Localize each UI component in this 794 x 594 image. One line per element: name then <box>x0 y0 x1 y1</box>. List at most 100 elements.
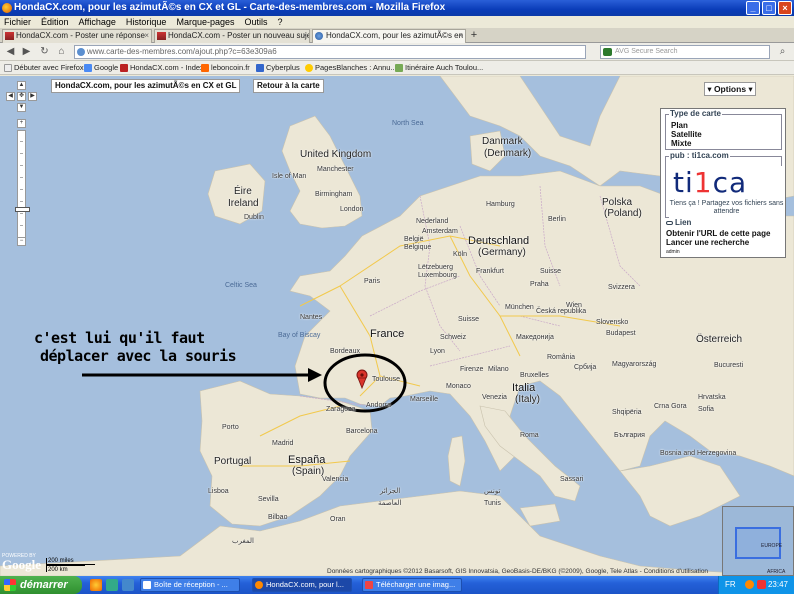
admin-link[interactable]: admin <box>666 248 680 257</box>
tab-label: HondaCX.com - Poster une réponse <box>16 31 145 40</box>
mail-icon <box>143 581 151 589</box>
leboncoin-icon <box>201 64 209 72</box>
bookmark-item[interactable]: Débuter avec Firefox <box>4 61 84 75</box>
url-text: www.carte-des-membres.com/ajout.php?c=63… <box>87 47 277 56</box>
zoom-out-button[interactable]: − <box>17 237 26 246</box>
pan-right-button[interactable]: ▶ <box>28 92 37 101</box>
bookmark-item[interactable]: Cyberplus <box>256 61 300 75</box>
language-indicator[interactable]: FR <box>725 576 736 594</box>
map-type-plan[interactable]: Plan <box>671 121 688 130</box>
pan-left-button[interactable]: ◀ <box>6 92 15 101</box>
menu-tools[interactable]: Outils <box>245 16 268 28</box>
pan-up-button[interactable]: ▲ <box>17 81 26 90</box>
zoom-slider[interactable] <box>15 130 30 240</box>
maximize-button[interactable]: □ <box>762 1 776 15</box>
zoom-slider-thumb[interactable] <box>15 207 30 212</box>
close-button[interactable]: × <box>778 1 792 15</box>
sea-label: Bay of Biscay <box>278 332 321 339</box>
desktop-quicklaunch-icon[interactable] <box>106 579 118 591</box>
bookmark-item[interactable]: Google <box>84 61 118 75</box>
bookmark-icon <box>4 64 12 72</box>
link-label: Lien <box>665 218 693 228</box>
overview-map[interactable]: EUROPE AFRICA <box>722 506 794 576</box>
sea-label: Celtic Sea <box>225 282 257 289</box>
map-canvas[interactable]: North Sea Celtic Sea Bay of Biscay Unite… <box>0 76 794 576</box>
tray-network-icon[interactable] <box>757 580 766 589</box>
city-label: Frankfurt <box>476 268 505 275</box>
menu-view[interactable]: Affichage <box>79 16 116 28</box>
menu-help[interactable]: ? <box>278 16 283 28</box>
country-label: Suisse <box>458 316 480 323</box>
city-label: London <box>340 206 364 213</box>
map-title-label: HondaCX.com, pour les azimutÃ©s en CX et… <box>51 79 241 93</box>
menu-history[interactable]: Historique <box>126 16 167 28</box>
map-type-satellite[interactable]: Satellite <box>671 130 702 139</box>
menu-edit[interactable]: Édition <box>41 16 69 28</box>
country-label: Svizzera <box>608 284 635 291</box>
country-label: (Spain) <box>292 466 325 477</box>
get-url-link[interactable]: Obtenir l'URL de cette page <box>666 229 770 238</box>
country-label: Éire <box>234 186 252 197</box>
map-type-mixte[interactable]: Mixte <box>671 139 691 148</box>
new-tab-button[interactable]: + <box>467 29 481 42</box>
city-label: Amsterdam <box>422 228 458 235</box>
task-inbox[interactable]: Boîte de réception - ... <box>140 578 240 592</box>
back-button[interactable]: ◀ <box>4 45 17 58</box>
tab-poster-reponse[interactable]: HondaCX.com - Poster une réponse × <box>2 29 152 43</box>
city-label: Hamburg <box>486 201 515 208</box>
menu-bookmarks[interactable]: Marque-pages <box>176 16 234 28</box>
search-input[interactable]: AVG Secure Search <box>600 45 770 59</box>
options-button[interactable]: ▾ Options ▾ <box>704 82 756 96</box>
magnifier-icon[interactable]: ⌕ <box>776 45 789 58</box>
reload-button[interactable]: ↻ <box>38 45 51 58</box>
city-label: Sevilla <box>258 496 279 503</box>
country-label: Andorra <box>366 402 391 409</box>
bookmark-item[interactable]: PagesBlanches : Annu... <box>305 61 397 75</box>
bookmark-label: Google <box>94 63 119 72</box>
window-titlebar[interactable]: HondaCX.com, pour les azimutÃ©s en CX et… <box>0 0 794 16</box>
country-label: (Denmark) <box>484 148 532 159</box>
tray-firefox-icon[interactable] <box>745 580 754 589</box>
task-label: Télécharger une imag... <box>376 580 456 589</box>
tab-close-icon[interactable]: × <box>458 30 463 42</box>
city-label: Firenze <box>460 366 484 373</box>
country-label: Portugal <box>214 456 252 467</box>
tab-carte-membres[interactable]: HondaCX.com, pour les azimutÃ©s en C... … <box>312 29 466 43</box>
city-label: Dublin <box>244 214 264 221</box>
google-logo[interactable]: Google <box>2 557 41 573</box>
country-label: (Germany) <box>478 247 526 258</box>
tab-close-icon[interactable]: × <box>302 30 307 42</box>
bookmark-item[interactable]: Itinéraire Auch Toulou... <box>395 61 483 75</box>
bookmark-item[interactable]: HondaCX.com - Index <box>120 61 204 75</box>
pan-down-button[interactable]: ▼ <box>17 103 26 112</box>
mail-quicklaunch-icon[interactable] <box>122 579 134 591</box>
ti1ca-ad-banner[interactable]: ti1ca Tiens ça ! Partagez vos fichiers s… <box>669 166 784 220</box>
pan-center-button[interactable]: ✥ <box>17 92 26 101</box>
firefox-quicklaunch-icon[interactable] <box>90 579 102 591</box>
tab-close-icon[interactable]: × <box>144 30 149 42</box>
country-label: Polska <box>602 197 633 208</box>
city-label: Lisboa <box>208 488 229 495</box>
task-upload[interactable]: Télécharger une imag... <box>362 578 462 592</box>
ad-section: pub : ti1ca.com ti1ca Tiens ça ! Partage… <box>665 151 784 220</box>
city-label: Roma <box>520 432 539 439</box>
country-label: België <box>404 236 424 243</box>
task-firefox[interactable]: HondaCX.com, pour l... <box>252 578 352 592</box>
zoom-tick <box>20 201 23 202</box>
zoom-in-button[interactable]: + <box>17 119 26 128</box>
back-to-map-button[interactable]: Retour à la carte <box>253 79 324 93</box>
search-link[interactable]: Lancer une recherche <box>666 238 749 247</box>
site-identity-icon[interactable] <box>77 48 85 56</box>
country-label: România <box>547 354 576 361</box>
country-label: Crna Gora <box>654 403 687 410</box>
tab-nouveau-sujet[interactable]: HondaCX.com - Poster un nouveau sujet × <box>154 29 310 43</box>
menu-file[interactable]: Fichier <box>4 16 31 28</box>
forward-button[interactable]: ▶ <box>20 45 33 58</box>
start-button[interactable]: démarrer <box>0 576 82 594</box>
url-input[interactable]: www.carte-des-membres.com/ajout.php?c=63… <box>74 45 586 59</box>
country-label: Belgique <box>404 244 432 251</box>
home-button[interactable]: ⌂ <box>55 45 68 58</box>
bookmark-item[interactable]: leboncoin.fr <box>201 61 250 75</box>
annotation-line-2: déplacer avec la souris <box>40 347 237 365</box>
minimize-button[interactable]: _ <box>746 1 760 15</box>
